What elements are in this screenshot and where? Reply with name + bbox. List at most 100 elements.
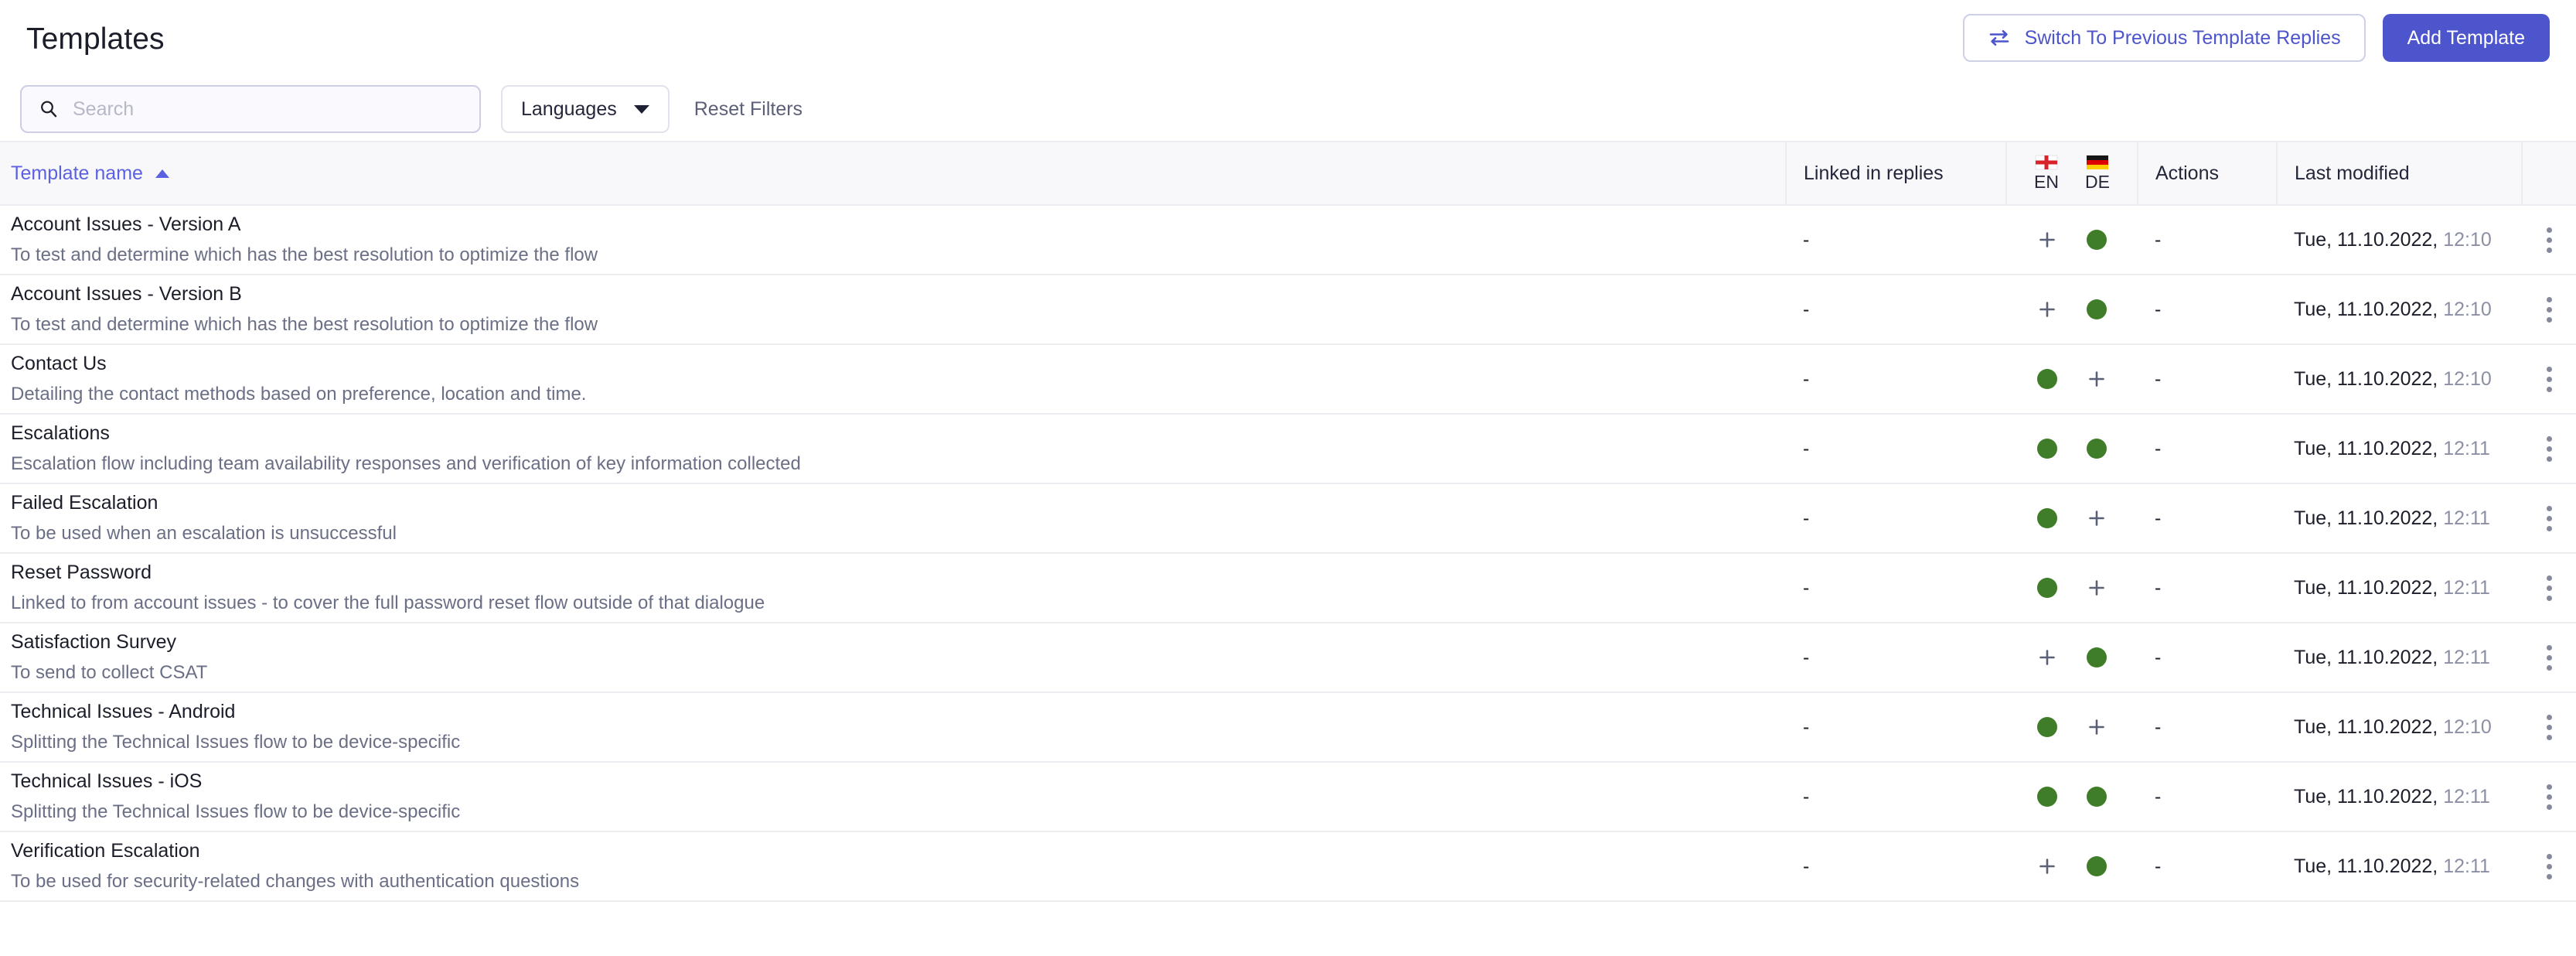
- cell-last-modified: Tue, 11.10.2022, 12:11: [2277, 483, 2522, 554]
- column-header-linked-in-replies: Linked in replies: [1786, 141, 2007, 206]
- template-name[interactable]: Account Issues - Version B: [11, 282, 1769, 306]
- table-row[interactable]: Account Issues - Version B To test and de…: [0, 275, 2576, 345]
- status-dot-de[interactable]: [2087, 230, 2107, 250]
- languages-dropdown[interactable]: Languages: [501, 85, 670, 133]
- cell-actions: -: [2138, 414, 2277, 484]
- add-translation-de-icon[interactable]: [2087, 508, 2107, 528]
- cell-last-modified: Tue, 11.10.2022, 12:10: [2277, 344, 2522, 415]
- languages-dropdown-label: Languages: [521, 97, 617, 120]
- add-translation-en-icon[interactable]: [2037, 299, 2057, 319]
- sort-by-template-name[interactable]: Template name: [11, 162, 169, 185]
- add-translation-en-icon[interactable]: [2037, 856, 2057, 876]
- table-row[interactable]: Failed Escalation To be used when an esca…: [0, 483, 2576, 554]
- table-row[interactable]: Account Issues - Version A To test and de…: [0, 205, 2576, 275]
- cell-last-modified: Tue, 11.10.2022, 12:11: [2277, 553, 2522, 623]
- table-row[interactable]: Technical Issues - iOS Splitting the Tech…: [0, 762, 2576, 832]
- language-header-de[interactable]: DE: [2085, 154, 2110, 192]
- cell-template-name: Technical Issues - iOS Splitting the Tech…: [0, 762, 1786, 832]
- kebab-menu-icon[interactable]: [2546, 714, 2552, 740]
- add-translation-de-icon[interactable]: [2087, 369, 2107, 389]
- cell-row-menu: [2522, 275, 2576, 345]
- cell-row-menu: [2522, 553, 2576, 623]
- table-row[interactable]: Technical Issues - Android Splitting the …: [0, 692, 2576, 763]
- last-modified-date: Tue, 11.10.2022,: [2294, 785, 2438, 807]
- last-modified-time: 12:10: [2443, 715, 2492, 738]
- reset-filters-button[interactable]: Reset Filters: [690, 98, 807, 121]
- template-name[interactable]: Account Issues - Version A: [11, 213, 1769, 237]
- table-row[interactable]: Escalations Escalation flow including tea…: [0, 414, 2576, 484]
- template-description: Detailing the contact methods based on p…: [11, 383, 587, 405]
- status-dot-de[interactable]: [2087, 856, 2107, 876]
- search-box[interactable]: [20, 85, 481, 133]
- kebab-menu-icon[interactable]: [2546, 227, 2552, 253]
- linked-in-replies-value: -: [1803, 507, 1810, 529]
- kebab-menu-icon[interactable]: [2546, 296, 2552, 323]
- template-name[interactable]: Contact Us: [11, 352, 1769, 376]
- status-dot-en[interactable]: [2037, 578, 2057, 598]
- template-name[interactable]: Satisfaction Survey: [11, 630, 1769, 654]
- table-row[interactable]: Reset Password Linked to from account iss…: [0, 553, 2576, 623]
- cell-template-name: Technical Issues - Android Splitting the …: [0, 692, 1786, 763]
- cell-actions: -: [2138, 623, 2277, 693]
- linked-in-replies-value: -: [1803, 367, 1810, 390]
- last-modified-time: 12:11: [2443, 437, 2490, 459]
- add-translation-de-icon[interactable]: [2087, 717, 2107, 737]
- last-modified-date: Tue, 11.10.2022,: [2294, 228, 2438, 251]
- last-modified-date: Tue, 11.10.2022,: [2294, 437, 2438, 459]
- kebab-menu-icon[interactable]: [2546, 853, 2552, 879]
- add-translation-en-icon[interactable]: [2037, 647, 2057, 667]
- template-name[interactable]: Failed Escalation: [11, 491, 1769, 515]
- cell-languages: [2006, 553, 2138, 623]
- cell-row-menu: [2522, 623, 2576, 693]
- table-row[interactable]: Verification Escalation To be used for se…: [0, 831, 2576, 902]
- template-name[interactable]: Reset Password: [11, 561, 1769, 585]
- kebab-menu-icon[interactable]: [2546, 575, 2552, 601]
- add-translation-en-icon[interactable]: [2037, 230, 2057, 250]
- language-slot-en: [2036, 439, 2059, 459]
- template-name[interactable]: Technical Issues - iOS: [11, 770, 1769, 794]
- language-slot-de: [2085, 856, 2108, 876]
- search-icon: [39, 99, 59, 119]
- last-modified-date: Tue, 11.10.2022,: [2294, 367, 2438, 390]
- chevron-down-icon: [633, 104, 649, 114]
- language-slot-en: [2036, 787, 2059, 807]
- status-dot-en[interactable]: [2037, 717, 2057, 737]
- column-header-template-name: Template name: [0, 141, 1787, 206]
- template-name[interactable]: Verification Escalation: [11, 839, 1769, 863]
- language-slot-de: [2085, 230, 2108, 250]
- switch-to-previous-template-replies-button[interactable]: Switch To Previous Template Replies: [1962, 14, 2366, 62]
- status-dot-en[interactable]: [2037, 787, 2057, 807]
- template-name[interactable]: Technical Issues - Android: [11, 700, 1769, 724]
- cell-linked-in-replies: -: [1786, 831, 2006, 902]
- status-dot-de[interactable]: [2087, 299, 2107, 319]
- add-template-button[interactable]: Add Template: [2382, 14, 2550, 62]
- kebab-menu-icon[interactable]: [2546, 505, 2552, 531]
- column-header-row-menu: [2522, 141, 2576, 206]
- cell-linked-in-replies: -: [1786, 692, 2006, 763]
- kebab-menu-icon[interactable]: [2546, 366, 2552, 392]
- template-description: To send to collect CSAT: [11, 661, 208, 683]
- language-slot-en: [2036, 856, 2059, 876]
- language-slot-de: [2085, 787, 2108, 807]
- cell-template-name: Failed Escalation To be used when an esca…: [0, 483, 1786, 554]
- status-dot-de[interactable]: [2087, 787, 2107, 807]
- flag-england-icon: [2035, 154, 2058, 171]
- language-header-en[interactable]: EN: [2034, 154, 2059, 192]
- kebab-menu-icon[interactable]: [2546, 644, 2552, 671]
- status-dot-en[interactable]: [2037, 508, 2057, 528]
- language-slot-en: [2036, 717, 2059, 737]
- status-dot-de[interactable]: [2087, 647, 2107, 667]
- template-name[interactable]: Escalations: [11, 422, 1769, 446]
- cell-actions: -: [2138, 762, 2277, 832]
- status-dot-en[interactable]: [2037, 369, 2057, 389]
- cell-actions: -: [2138, 692, 2277, 763]
- add-translation-de-icon[interactable]: [2087, 578, 2107, 598]
- cell-row-menu: [2522, 831, 2576, 902]
- kebab-menu-icon[interactable]: [2546, 784, 2552, 810]
- table-row[interactable]: Contact Us Detailing the contact methods …: [0, 344, 2576, 415]
- kebab-menu-icon[interactable]: [2546, 435, 2552, 462]
- status-dot-en[interactable]: [2037, 439, 2057, 459]
- search-input[interactable]: [73, 97, 462, 121]
- status-dot-de[interactable]: [2087, 439, 2107, 459]
- table-row[interactable]: Satisfaction Survey To send to collect CS…: [0, 623, 2576, 693]
